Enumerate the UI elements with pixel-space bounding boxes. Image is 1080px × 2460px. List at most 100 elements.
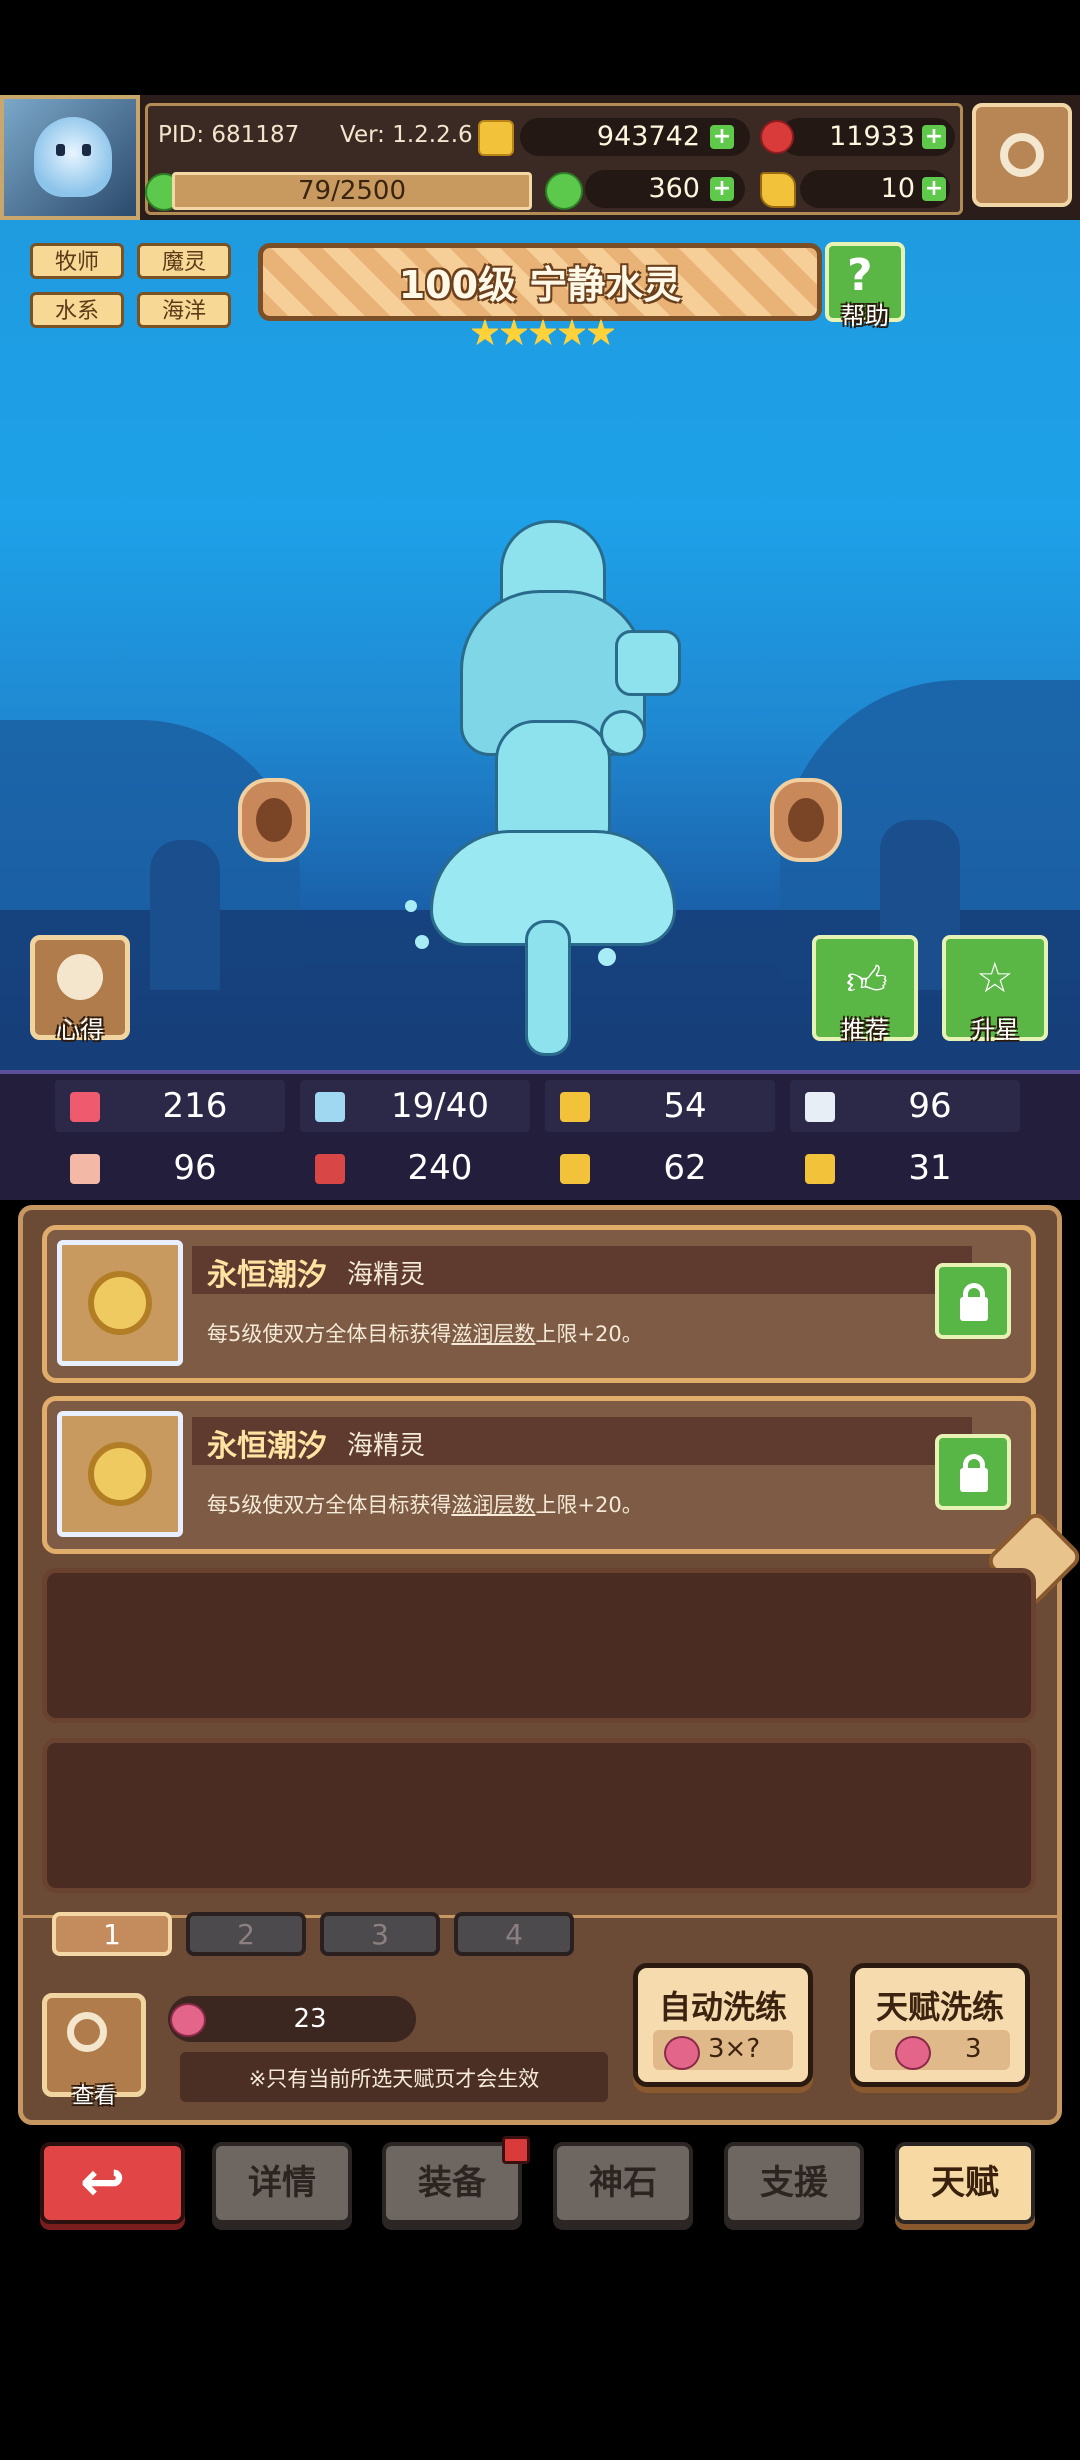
- talent-page-tab-4[interactable]: 4: [454, 1912, 574, 1956]
- talent-name: 永恒潮汐: [207, 1429, 327, 1464]
- scroll-icon: [560, 1154, 590, 1184]
- gem-value: 11933: [829, 121, 915, 152]
- desc-text: 每5级使双方全体目标获得: [207, 1493, 452, 1517]
- add-clovers-plus-icon[interactable]: +: [710, 177, 734, 201]
- lock-body: [960, 1297, 988, 1321]
- nav-talent[interactable]: 天赋: [895, 2142, 1035, 2224]
- lock-button[interactable]: [935, 1434, 1011, 1510]
- desc-text: 上限+20。: [535, 1493, 643, 1517]
- star-icon: [557, 318, 587, 346]
- auto-reroll-cost: 3×?: [708, 2034, 761, 2064]
- lock-button[interactable]: [935, 1263, 1011, 1339]
- talent-page-tab-2[interactable]: 2: [186, 1912, 306, 1956]
- stat-value: 240: [407, 1148, 473, 1188]
- view-label: 查看: [71, 2084, 116, 2109]
- nav-equipment[interactable]: 装备: [382, 2142, 522, 2224]
- moisture-stacks-link[interactable]: 滋润层数: [451, 1322, 535, 1346]
- add-gems-plus-icon[interactable]: +: [922, 125, 946, 149]
- stat-value: 216: [162, 1086, 228, 1126]
- peach-count: 23: [293, 2004, 327, 2034]
- star-icon: [470, 318, 500, 346]
- talent-type: 海精灵: [347, 1431, 426, 1461]
- character-title: 100级 宁静水灵: [398, 263, 682, 307]
- bubble: [415, 935, 429, 949]
- spirit-leg: [525, 920, 571, 1056]
- star-icon: [528, 318, 558, 346]
- add-tokens-plus-icon[interactable]: +: [922, 177, 946, 201]
- help-label: 帮助: [841, 302, 889, 330]
- game-version: Ver: 1.2.2.6: [340, 122, 473, 148]
- stat-value: 54: [663, 1086, 707, 1126]
- coral-left: [150, 840, 220, 990]
- shield-icon: [560, 1092, 590, 1122]
- auto-reroll-label: 自动洗练: [658, 1988, 787, 2026]
- star-rating: [470, 318, 616, 350]
- star-icon: [586, 318, 616, 346]
- talent-type: 海精灵: [347, 1260, 426, 1290]
- auto-reroll-button[interactable]: 自动洗练 3×?: [633, 1963, 813, 2087]
- bubble: [598, 948, 616, 966]
- empty-talent-slot[interactable]: [42, 1568, 1036, 1723]
- back-button[interactable]: ↩: [40, 2142, 185, 2224]
- avatar-face: [34, 117, 112, 197]
- water-spirit-character[interactable]: [400, 520, 720, 1056]
- talent-reroll-label: 天赋洗练: [875, 1988, 1004, 2026]
- notification-dot: [502, 2136, 530, 2164]
- stat-value: 96: [908, 1086, 952, 1126]
- recommend-label: 推荐: [841, 1016, 889, 1044]
- talent-reroll-button[interactable]: 天赋洗练 3: [850, 1963, 1030, 2087]
- empty-talent-slot[interactable]: [42, 1738, 1036, 1893]
- talent-card[interactable]: 永恒潮汐 海精灵 每5级使双方全体目标获得滋润层数上限+20。: [42, 1225, 1036, 1383]
- peach-icon: [170, 2003, 206, 2037]
- right-orb-slot[interactable]: [770, 778, 842, 862]
- avatar[interactable]: [0, 95, 140, 220]
- sun-emblem-icon: [88, 1442, 152, 1506]
- orb-core-icon: [256, 798, 292, 842]
- xp-value: 79/2500: [297, 176, 406, 206]
- talent-card[interactable]: 永恒潮汐 海精灵 每5级使双方全体目标获得滋润层数上限+20。: [42, 1396, 1036, 1554]
- tag-race: 魔灵: [137, 243, 231, 279]
- fist-icon: [70, 1154, 100, 1184]
- talent-icon: [57, 1240, 183, 1366]
- left-orb-slot[interactable]: [238, 778, 310, 862]
- clover-value: 360: [648, 173, 700, 204]
- gold-coin-icon: [478, 120, 514, 156]
- desc-text: 每5级使双方全体目标获得: [207, 1322, 452, 1346]
- stat-value: 31: [908, 1148, 952, 1188]
- desc-text: 上限+20。: [535, 1322, 643, 1346]
- talent-page-tab-1[interactable]: 1: [52, 1912, 172, 1956]
- notes-icon: [57, 954, 103, 1000]
- magnet-icon: [805, 1154, 835, 1184]
- star-up-label: 升星: [971, 1016, 1019, 1044]
- tag-habitat: 海洋: [137, 292, 231, 328]
- wing-icon: [805, 1092, 835, 1122]
- orb-core-icon: [788, 798, 824, 842]
- spirit-hand-orb: [615, 630, 681, 696]
- thumbs-up-icon: 👍︎: [846, 958, 888, 1004]
- add-gold-plus-icon[interactable]: +: [710, 125, 734, 149]
- talent-icon: [57, 1411, 183, 1537]
- nav-details[interactable]: 详情: [212, 2142, 352, 2224]
- stat-value: 62: [663, 1148, 707, 1188]
- talent-name: 永恒潮汐: [207, 1258, 327, 1293]
- player-id: PID: 681187: [158, 122, 300, 148]
- talent-reroll-cost: 3: [965, 2034, 982, 2064]
- peach-icon: [895, 2036, 931, 2070]
- talent-description: 每5级使双方全体目标获得滋润层数上限+20。: [207, 1318, 643, 1348]
- spellbook-icon: [315, 1154, 345, 1184]
- avatar-eye-left: [56, 144, 65, 156]
- avatar-eye-right: [82, 144, 91, 156]
- star-icon: [499, 318, 529, 346]
- moisture-stacks-link[interactable]: 滋润层数: [451, 1493, 535, 1517]
- token-value: 10: [880, 173, 915, 204]
- nav-support[interactable]: 支援: [724, 2142, 864, 2224]
- gear-icon: [1000, 133, 1044, 177]
- talent-page-tab-3[interactable]: 3: [320, 1912, 440, 1956]
- spirit-bubble: [600, 710, 646, 756]
- settings-button[interactable]: [972, 103, 1072, 207]
- question-mark-icon: ?: [847, 250, 873, 301]
- divider: [0, 1070, 1080, 1074]
- nav-god-stone[interactable]: 神石: [553, 2142, 693, 2224]
- peach-icon: [664, 2036, 700, 2070]
- sun-emblem-icon: [88, 1271, 152, 1335]
